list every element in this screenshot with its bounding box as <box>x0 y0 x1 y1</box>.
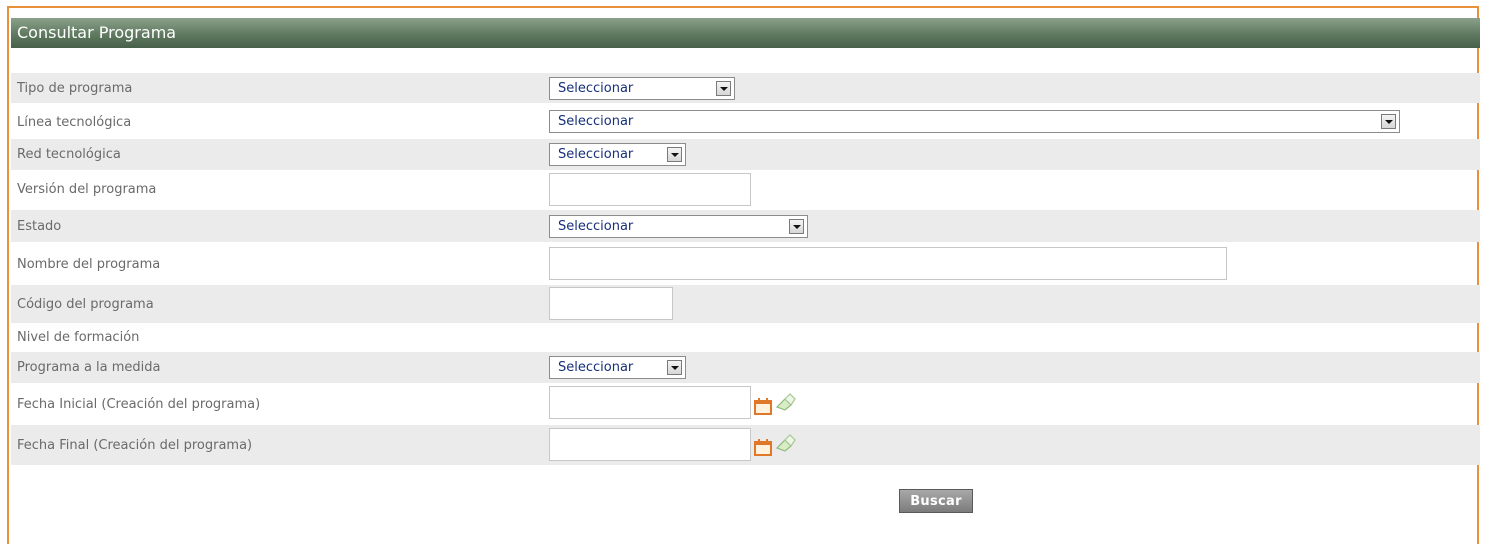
chevron-down-icon[interactable] <box>1381 114 1396 129</box>
linea-tecnologica-select[interactable]: Seleccionar <box>549 110 1400 133</box>
red-tecnologica-label: Red tecnológica <box>17 147 121 162</box>
fecha-inicial-label: Fecha Inicial (Creación del programa) <box>17 397 261 412</box>
row-programa-medida: Programa a la medida <box>11 352 1480 383</box>
chevron-down-icon[interactable] <box>716 81 731 96</box>
nivel-formacion-label: Nivel de formación <box>17 330 140 345</box>
version-programa-input[interactable] <box>549 173 751 206</box>
estado-value: Seleccionar <box>558 219 634 234</box>
programa-medida-value: Seleccionar <box>558 360 634 375</box>
row-red-tecnologica: Red tecnológica <box>11 139 1480 170</box>
clear-date-icon[interactable] <box>774 434 796 452</box>
calendar-icon[interactable] <box>754 397 774 415</box>
programa-medida-label: Programa a la medida <box>17 360 161 375</box>
nombre-programa-input[interactable] <box>549 247 1227 280</box>
red-tecnologica-select[interactable]: Seleccionar <box>549 143 686 166</box>
clear-date-icon[interactable] <box>774 393 796 411</box>
tipo-programa-label: Tipo de programa <box>17 80 133 96</box>
tipo-programa-value: Seleccionar <box>558 81 634 96</box>
linea-tecnologica-label: Línea tecnológica <box>17 114 132 130</box>
panel-title: Consultar Programa <box>11 18 1480 48</box>
fecha-final-input[interactable] <box>549 428 751 461</box>
fecha-inicial-input[interactable] <box>549 386 751 419</box>
estado-label: Estado <box>17 218 62 234</box>
estado-select[interactable]: Seleccionar <box>549 215 808 238</box>
calendar-icon[interactable] <box>754 438 774 456</box>
nombre-programa-label: Nombre del programa <box>17 256 161 272</box>
buscar-button[interactable]: Buscar <box>899 489 973 513</box>
version-programa-label: Versión del programa <box>17 182 157 197</box>
row-nivel-formacion: Nivel de formación <box>11 324 1480 351</box>
chevron-down-icon[interactable] <box>667 360 682 375</box>
chevron-down-icon[interactable] <box>789 219 804 234</box>
codigo-programa-input[interactable] <box>549 287 673 320</box>
row-codigo-programa: Código del programa <box>11 285 1480 323</box>
tipo-programa-select[interactable]: Seleccionar <box>549 77 735 100</box>
row-tipo-programa: Tipo de programa <box>11 73 1480 103</box>
fecha-final-label: Fecha Final (Creación del programa) <box>17 437 253 453</box>
red-tecnologica-value: Seleccionar <box>558 147 634 162</box>
programa-medida-select[interactable]: Seleccionar <box>549 356 686 379</box>
linea-tecnologica-value: Seleccionar <box>558 114 634 129</box>
chevron-down-icon[interactable] <box>667 147 682 162</box>
codigo-programa-label: Código del programa <box>17 296 154 312</box>
